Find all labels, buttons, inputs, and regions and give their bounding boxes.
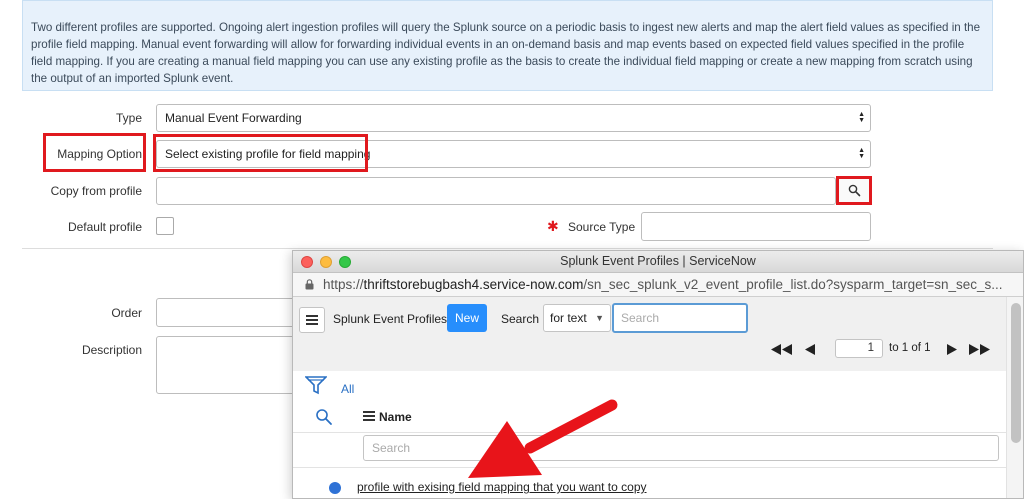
popup-scrollbar[interactable] <box>1006 297 1023 498</box>
next-page-icon[interactable] <box>947 344 958 355</box>
copy-from-profile-input[interactable] <box>156 177 836 205</box>
list-title: Splunk Event Profiles <box>333 312 448 326</box>
page-range-text: to 1 of 1 <box>889 342 931 354</box>
search-field-select[interactable]: for text ▼ <box>543 304 611 332</box>
search-field-value: for text <box>550 311 587 325</box>
funnel-icon[interactable] <box>305 375 327 395</box>
default-profile-checkbox[interactable] <box>156 217 174 235</box>
magnifier-icon <box>848 184 860 197</box>
name-column-search[interactable]: Search <box>363 435 999 461</box>
address-bar[interactable]: https://thriftstorebugbash4.service-now.… <box>293 273 1023 297</box>
required-marker: ✱ <box>547 218 559 234</box>
info-text: Two different profiles are supported. On… <box>31 21 981 85</box>
lookup-popup-window: Splunk Event Profiles | ServiceNow https… <box>292 250 1024 499</box>
search-label: Search <box>501 312 540 326</box>
hamburger-icon <box>306 315 318 325</box>
url-host: thriftstorebugbash4.service-now.com <box>363 277 584 292</box>
type-select-value: Manual Event Forwarding <box>165 111 302 125</box>
new-button[interactable]: New <box>447 304 487 332</box>
column-search-icon[interactable] <box>315 408 333 426</box>
lookup-button[interactable] <box>836 176 872 205</box>
previous-page-icon[interactable] <box>805 344 816 355</box>
column-menu-icon[interactable] <box>363 411 375 421</box>
source-type-label: Source Type <box>568 220 636 234</box>
order-label: Order <box>111 306 142 320</box>
name-column-header[interactable]: Name <box>379 410 412 424</box>
popup-title: Splunk Event Profiles | ServiceNow <box>560 254 756 268</box>
info-message: Two different profiles are supported. On… <box>22 0 993 91</box>
mapping-option-label: Mapping Option <box>57 147 142 161</box>
url-prefix: https:// <box>323 277 364 292</box>
copy-from-profile-label: Copy from profile <box>50 184 142 198</box>
row-divider <box>293 467 1006 468</box>
select-arrows-icon: ▲ ▼ <box>858 111 865 124</box>
filter-all-link[interactable]: All <box>341 382 354 396</box>
source-type-input[interactable] <box>641 212 871 241</box>
mapping-value-highlight <box>153 134 368 172</box>
caret-down-icon: ▼ <box>595 313 604 323</box>
list-search-input[interactable]: Search <box>612 303 748 333</box>
last-page-icon[interactable] <box>969 344 991 355</box>
description-label: Description <box>81 343 142 357</box>
section-divider <box>22 248 993 249</box>
lock-icon <box>305 279 314 290</box>
page-number-input[interactable]: 1 <box>835 339 883 358</box>
list-menu-button[interactable] <box>299 307 325 333</box>
scroll-thumb[interactable] <box>1011 303 1021 443</box>
list-search-placeholder: Search <box>621 311 660 325</box>
type-label: Type <box>115 111 142 125</box>
record-preview-icon[interactable] <box>329 482 341 494</box>
name-search-placeholder: Search <box>372 441 411 455</box>
profile-name-link[interactable]: profile with exising field mapping that … <box>357 480 647 494</box>
header-divider <box>293 432 1006 433</box>
list-content: All Name Search profile with exising fie… <box>293 371 1006 498</box>
type-select[interactable]: Manual Event Forwarding ▲ ▼ <box>156 104 871 132</box>
select-arrows-icon: ▲ ▼ <box>858 147 865 160</box>
first-page-icon[interactable] <box>771 344 793 355</box>
default-profile-label: Default profile <box>67 220 142 234</box>
url-path: /sn_sec_splunk_v2_event_profile_list.do?… <box>583 277 1003 292</box>
popup-titlebar: Splunk Event Profiles | ServiceNow <box>293 251 1023 273</box>
